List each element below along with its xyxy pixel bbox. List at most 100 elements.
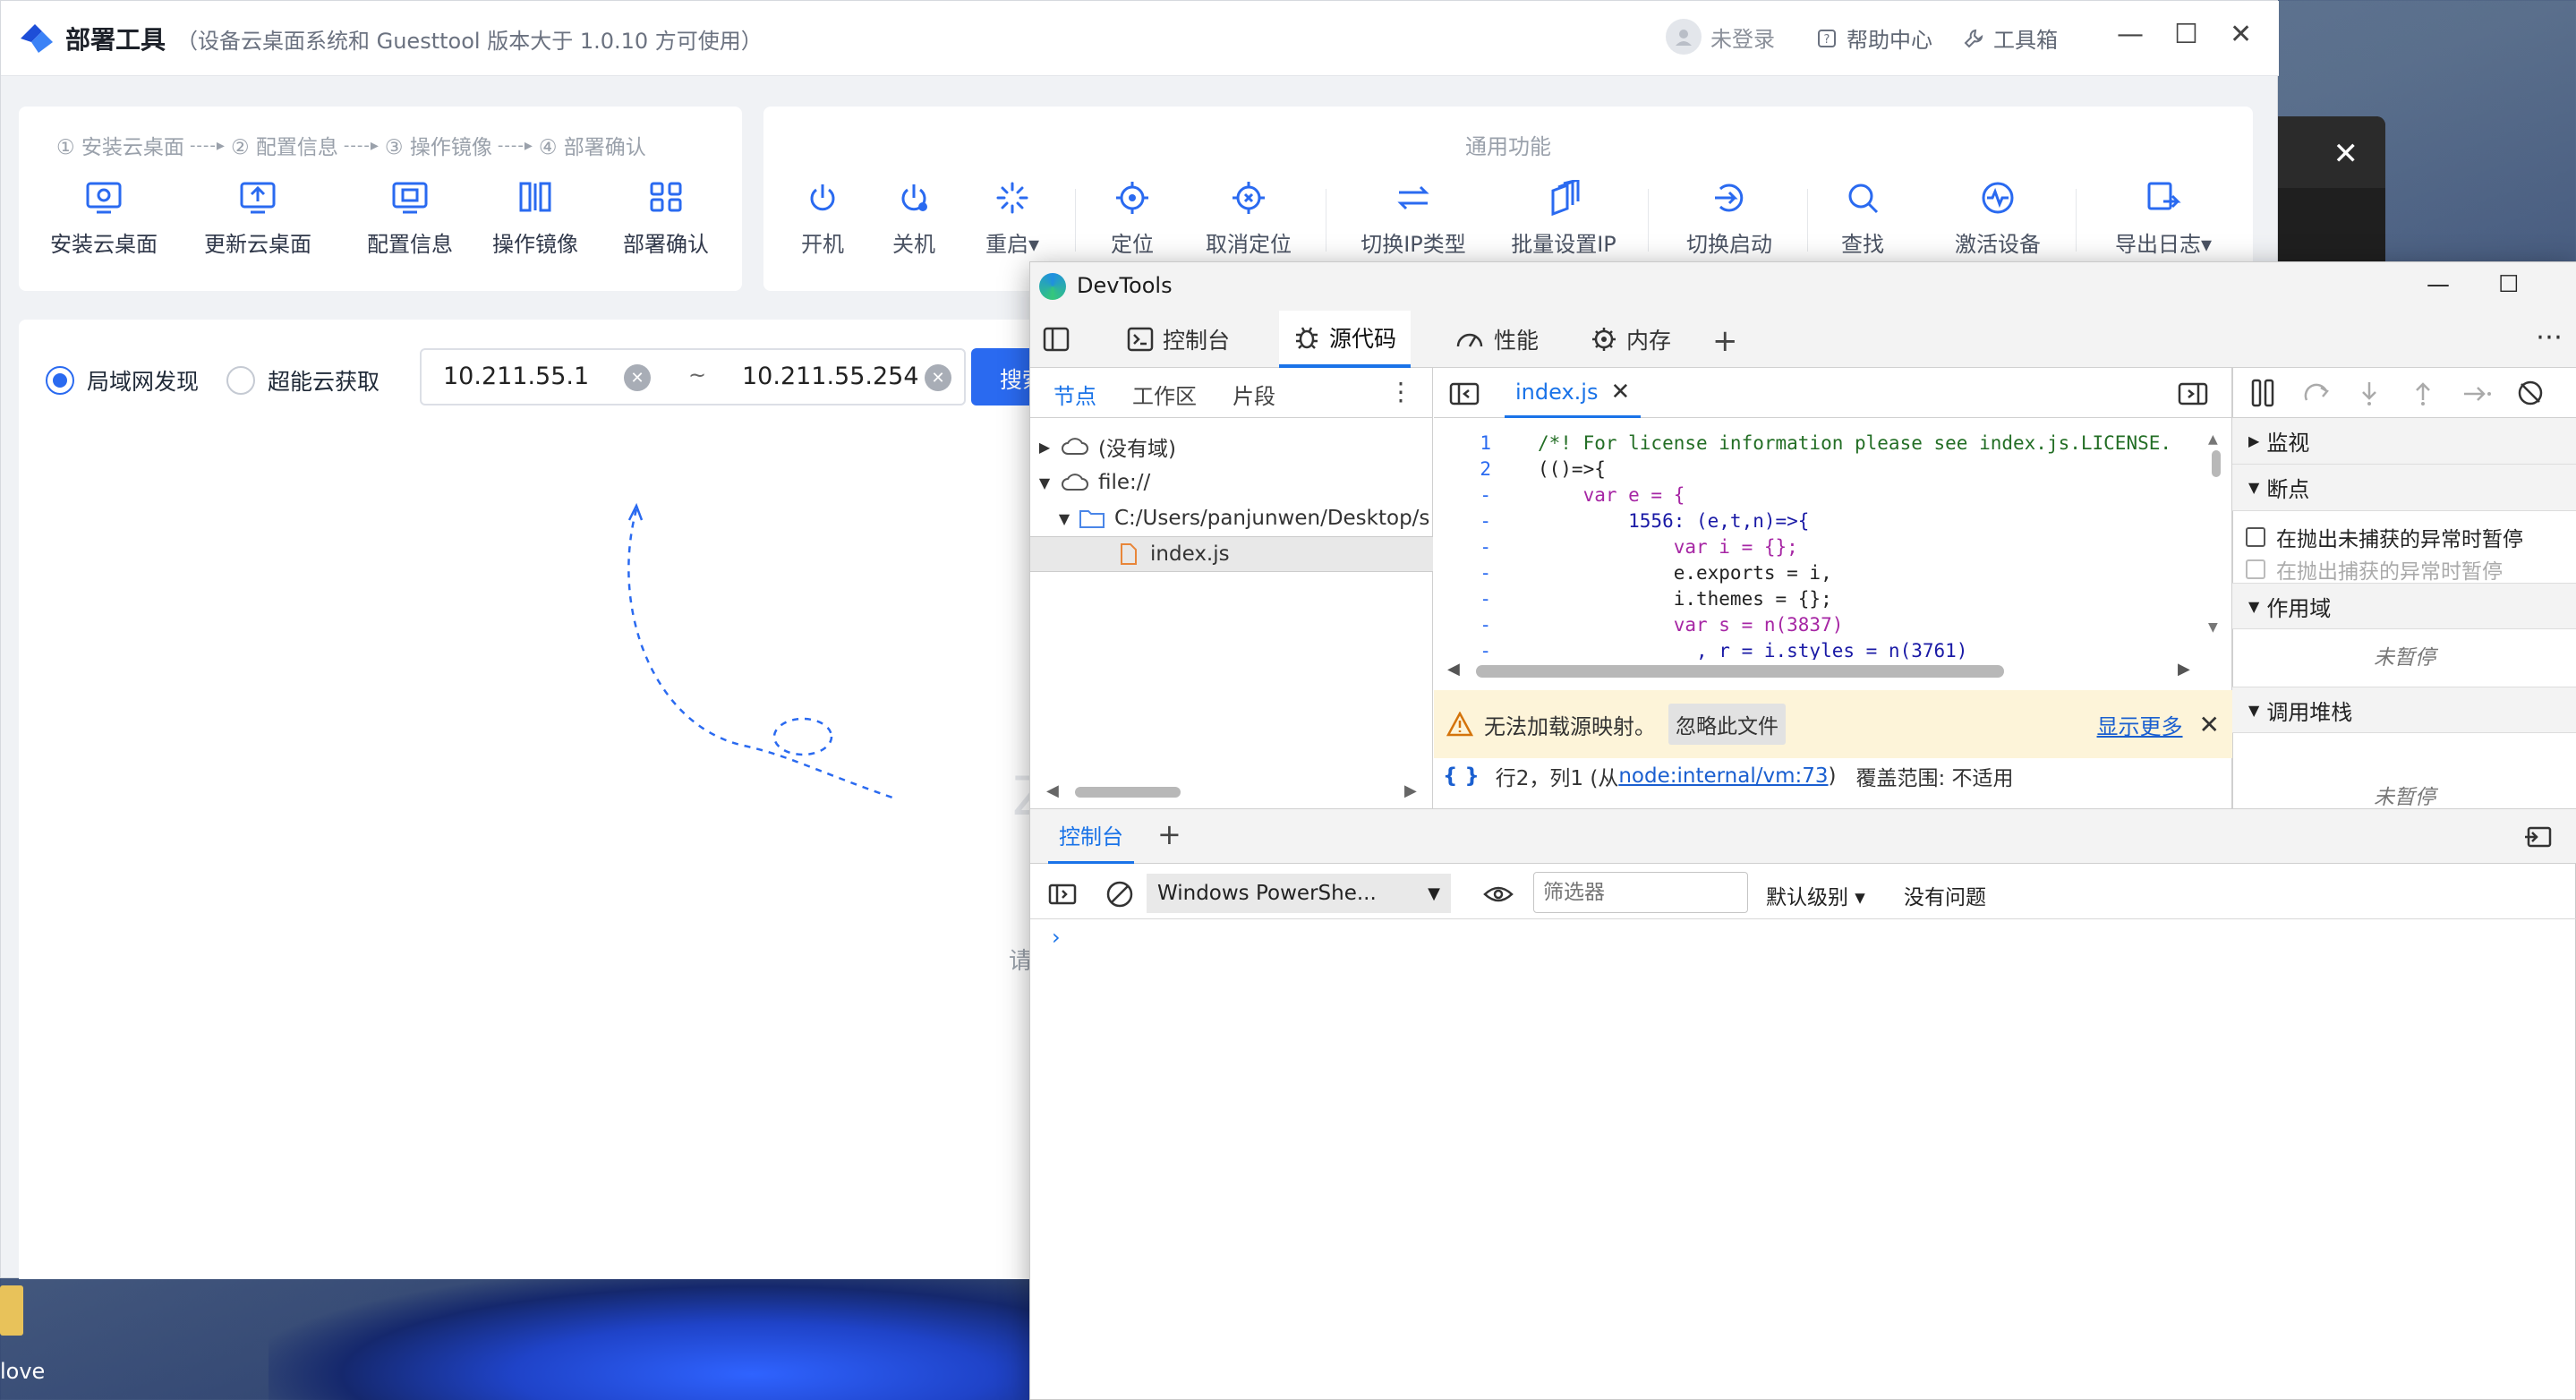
devtools-title: DevTools xyxy=(1077,273,1173,298)
pause-uncaught-checkbox[interactable]: 在抛出未捕获的异常时暂停 xyxy=(2246,522,2523,552)
switch-boot-button[interactable]: 切换启动 xyxy=(1680,180,1778,258)
issues-counter[interactable]: 没有问题 xyxy=(1904,880,1986,910)
pause-caught-checkbox[interactable]: 在抛出捕获的异常时暂停 xyxy=(2246,554,2503,585)
file-tab-index-js[interactable]: index.js ✕ xyxy=(1505,368,1642,418)
tree-item-file-scheme[interactable]: ▼ file:// xyxy=(1030,465,1433,500)
step-into-icon[interactable] xyxy=(2358,380,2380,407)
ip-end-field[interactable]: 10.211.55.254 xyxy=(742,363,919,390)
show-more-link[interactable]: 显示更多 xyxy=(2097,709,2183,740)
code-line: - e.exports = i, xyxy=(1480,562,1832,584)
collapse-arrow-icon: ▼ xyxy=(1038,474,1051,491)
user-login-status[interactable]: 未登录 xyxy=(1666,19,1775,55)
folder-icon xyxy=(1079,508,1105,529)
dock-side-icon[interactable] xyxy=(1043,327,1070,352)
ip-start-field[interactable]: 10.211.55.1 xyxy=(443,363,589,390)
power-off-button[interactable]: 关机 xyxy=(878,180,950,258)
desktop-folder-icon[interactable] xyxy=(0,1285,23,1336)
step-out-icon[interactable] xyxy=(2412,380,2434,407)
log-level-dropdown[interactable]: 默认级别 ▾ xyxy=(1766,880,1865,910)
tree-item-folder[interactable]: ▼ C:/Users/panjunwen/Desktop/s xyxy=(1030,500,1433,536)
live-expression-eye-icon[interactable] xyxy=(1483,884,1514,905)
code-line: - var e = { xyxy=(1480,484,1685,506)
power-on-button[interactable]: 开机 xyxy=(787,180,858,258)
navigator-scrollbar[interactable] xyxy=(1075,787,1181,798)
tab-console[interactable]: 控制台 xyxy=(1113,311,1244,368)
clear-console-icon[interactable] xyxy=(1105,880,1134,909)
source-link[interactable]: node:internal/vm:73 xyxy=(1618,764,1828,788)
locate-button[interactable]: 定位 xyxy=(1096,180,1168,258)
scroll-right-arrow[interactable]: ▶ xyxy=(1404,781,1417,800)
deploy-confirm-button[interactable]: 部署确认 xyxy=(590,180,742,258)
step-over-icon[interactable] xyxy=(2303,382,2332,405)
clear-icon[interactable]: ✕ xyxy=(925,364,951,391)
step-icon[interactable] xyxy=(2462,384,2493,404)
update-desktop-button[interactable]: 更新云桌面 xyxy=(182,180,334,258)
toggle-debugger-icon[interactable] xyxy=(2178,382,2208,405)
kebab-menu-icon[interactable]: ⋮ xyxy=(1388,377,1413,406)
breakpoints-section[interactable]: ▼ 断点 xyxy=(2232,465,2576,511)
toggle-navigator-icon[interactable] xyxy=(1449,382,1480,405)
call-stack-section[interactable]: ▼ 调用堆栈 xyxy=(2232,687,2576,733)
tree-item-no-domain[interactable]: ▶ (没有域) xyxy=(1030,429,1433,465)
tab-sources[interactable]: 源代码 xyxy=(1279,311,1412,368)
operate-image-button[interactable]: 操作镜像 xyxy=(459,180,611,258)
clear-icon[interactable]: ✕ xyxy=(624,364,651,391)
more-options-icon[interactable]: ⋯ xyxy=(2536,321,2563,353)
maximize-button[interactable]: ☐ xyxy=(2174,19,2198,50)
scroll-left-arrow[interactable]: ◀ xyxy=(1046,781,1059,800)
scroll-right-arrow[interactable]: ▶ xyxy=(2178,660,2190,679)
add-tab-icon[interactable]: + xyxy=(1712,323,1738,359)
wrench-icon xyxy=(1963,28,1984,49)
scope-section[interactable]: ▼ 作用域 xyxy=(2232,583,2576,629)
add-drawer-tab-icon[interactable]: + xyxy=(1157,817,1181,851)
console-filter-input[interactable] xyxy=(1533,872,1748,913)
close-button[interactable]: ✕ xyxy=(2230,19,2252,50)
drawer-tab-bar xyxy=(1030,808,2576,864)
tab-memory[interactable]: 内存 xyxy=(1576,311,1685,368)
editor-vertical-scrollbar[interactable]: ▲ ▼ xyxy=(2208,432,2224,656)
close-icon[interactable]: ✕ xyxy=(2333,136,2359,172)
radio-unselected-icon xyxy=(226,366,255,395)
context-selector[interactable]: Windows PowerShe... ▼ xyxy=(1147,874,1451,913)
cloud-fetch-radio[interactable]: 超能云获取 xyxy=(226,364,380,397)
app-logo-icon xyxy=(17,21,56,56)
nav-tab-snippets[interactable]: 片段 xyxy=(1233,379,1275,410)
switch-ip-type-button[interactable]: 切换IP类型 xyxy=(1354,180,1472,258)
deactivate-breakpoints-icon[interactable] xyxy=(2516,379,2545,407)
batch-set-ip-button[interactable]: 批量设置IP xyxy=(1505,180,1623,258)
find-button[interactable]: 查找 xyxy=(1827,180,1898,258)
lan-discovery-radio[interactable]: 局域网发现 xyxy=(46,364,199,397)
nav-tab-page[interactable]: 节点 xyxy=(1053,379,1096,410)
ignore-file-button[interactable]: 忽略此文件 xyxy=(1668,704,1786,745)
divider xyxy=(2076,189,2077,252)
pause-icon[interactable] xyxy=(2249,379,2276,407)
minimize-button[interactable]: — xyxy=(2117,19,2144,50)
tab-performance[interactable]: 性能 xyxy=(1440,311,1553,368)
tree-item-index-js[interactable]: index.js xyxy=(1030,536,1433,572)
restart-dropdown-button[interactable]: 重启▾ xyxy=(977,180,1048,258)
install-desktop-button[interactable]: 安装云桌面 xyxy=(28,180,180,258)
desktop-icon-label: love xyxy=(0,1359,46,1384)
maximize-button[interactable]: ☐ xyxy=(2498,271,2519,298)
close-warning-icon[interactable]: ✕ xyxy=(2199,710,2220,739)
help-label: 帮助中心 xyxy=(1847,28,1932,53)
export-log-dropdown-button[interactable]: 导出日志▾ xyxy=(2108,180,2219,258)
console-prompt[interactable]: › xyxy=(1052,925,1061,950)
close-drawer-icon[interactable] xyxy=(2523,826,2552,848)
pretty-print-icon[interactable]: { } xyxy=(1443,764,1480,788)
drawer-tab-console[interactable]: 控制台 xyxy=(1048,808,1134,864)
close-tab-icon[interactable]: ✕ xyxy=(1610,379,1630,405)
toolbox-link[interactable]: 工具箱 xyxy=(1963,22,2058,54)
cancel-locate-button[interactable]: 取消定位 xyxy=(1198,180,1299,258)
sidebar-toggle-icon[interactable] xyxy=(1048,884,1077,905)
watch-section[interactable]: ▶ 监视 xyxy=(2232,418,2576,465)
help-center-link[interactable]: ? 帮助中心 xyxy=(1816,22,1932,54)
activate-device-button[interactable]: 激活设备 xyxy=(1949,180,2047,258)
desktop-wallpaper-wave xyxy=(269,1271,1074,1400)
callstack-not-paused: 未暂停 xyxy=(2374,786,2435,808)
minimize-button[interactable]: — xyxy=(2427,271,2450,298)
editor-horizontal-scrollbar[interactable] xyxy=(1476,665,2004,678)
nav-tab-workspace[interactable]: 工作区 xyxy=(1132,379,1197,410)
scroll-left-arrow[interactable]: ◀ xyxy=(1447,660,1460,679)
step-label: ③ 操作镜像 xyxy=(384,136,492,159)
